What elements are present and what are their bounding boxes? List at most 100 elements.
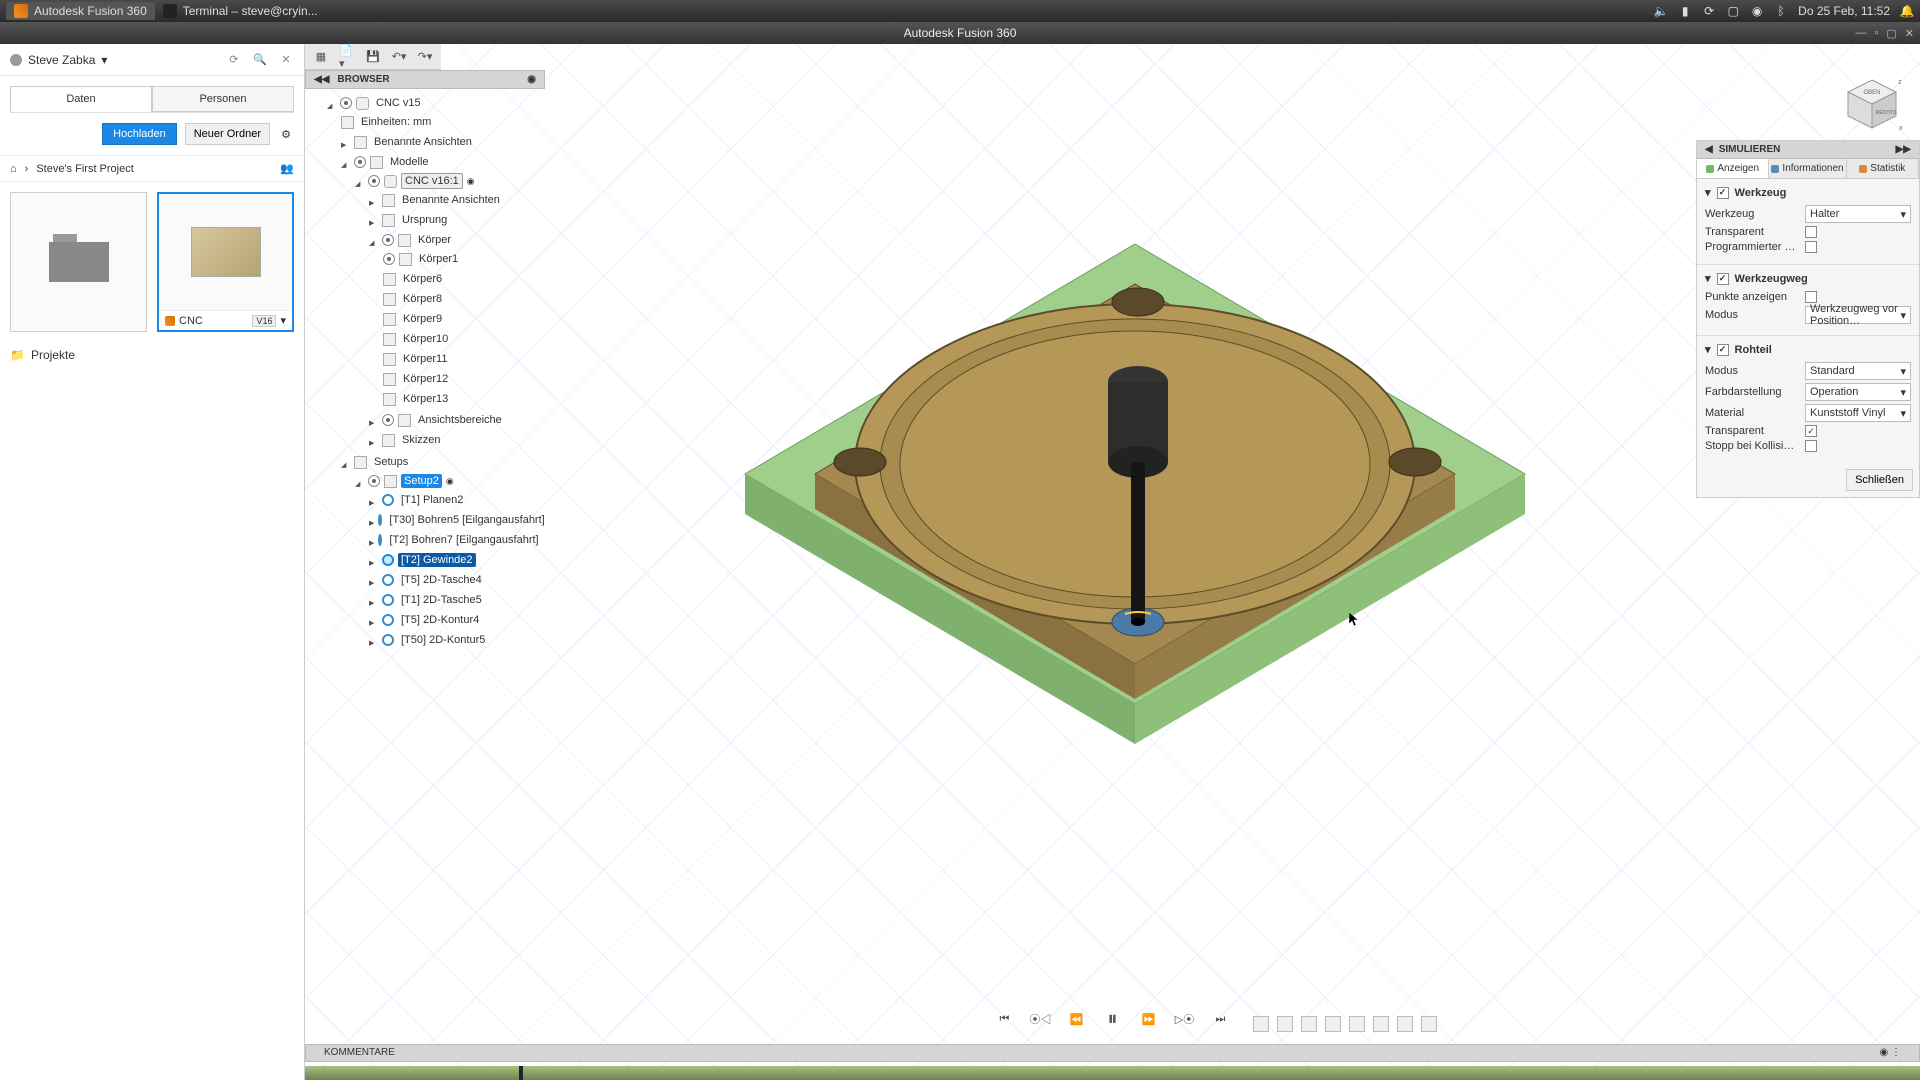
clock[interactable]: Do 25 Feb, 11:52 <box>1798 4 1890 18</box>
gear-icon[interactable]: ⚙ <box>278 126 294 142</box>
tree-body[interactable]: Körper1 <box>383 250 541 268</box>
zoom-icon[interactable] <box>1325 1016 1341 1032</box>
checkbox-toolpath[interactable]: ✓ <box>1717 273 1729 285</box>
comments-bar[interactable]: KOMMENTARE ◉ ⋮ <box>305 1044 1920 1062</box>
tree-body[interactable]: Körper8 <box>383 290 541 308</box>
section-toolpath[interactable]: ▾✓Werkzeugweg <box>1705 269 1911 288</box>
collapse-icon[interactable]: ◀◀ <box>314 74 329 85</box>
upload-button[interactable]: Hochladen <box>102 123 177 145</box>
simulate-header[interactable]: ◀ SIMULIEREN ▶▶ <box>1697 141 1919 159</box>
tree-body[interactable]: Körper6 <box>383 270 541 288</box>
taskbar-item-fusion[interactable]: Autodesk Fusion 360 <box>6 2 155 20</box>
tree-operation[interactable]: [T50] 2D-Kontur5 <box>369 631 541 649</box>
network-icon[interactable]: ◉ <box>1750 4 1764 18</box>
rewind-icon[interactable]: ⏪ <box>1066 1008 1088 1030</box>
radio-icon[interactable]: ◉ <box>527 74 536 85</box>
expand-icon[interactable]: ▶▶ <box>1896 144 1911 155</box>
tree-body[interactable]: Körper10 <box>383 330 541 348</box>
select-coloring[interactable]: Operation▾ <box>1805 383 1911 401</box>
timeline-marker[interactable] <box>519 1066 523 1080</box>
bluetooth-icon[interactable]: ᛒ <box>1774 4 1788 18</box>
tree-operation[interactable]: [T2] Gewinde2 <box>369 551 541 569</box>
tree-models[interactable]: Modelle <box>341 153 541 171</box>
projects-row[interactable]: 📁 Projekte <box>0 342 304 368</box>
minimize-button[interactable]: — <box>1855 27 1866 40</box>
file-icon[interactable]: 📄▾ <box>339 49 355 65</box>
sim-tab-info[interactable]: Informationen <box>1769 159 1846 178</box>
collapse-icon[interactable]: ◀ <box>1705 144 1713 155</box>
close-panel-icon[interactable]: ✕ <box>278 52 294 68</box>
tree-units[interactable]: Einheiten: mm <box>341 113 541 131</box>
checkbox-stock-transparent[interactable]: ✓ <box>1805 425 1817 437</box>
chevron-down-icon[interactable]: ▾ <box>280 314 286 327</box>
tree-operation[interactable]: [T2] Bohren7 [Eilgangausfahrt] <box>369 531 541 549</box>
tab-people[interactable]: Personen <box>152 86 294 112</box>
tree-operation[interactable]: [T5] 2D-Kontur4 <box>369 611 541 629</box>
folder-thumb[interactable] <box>10 192 147 332</box>
browser-header[interactable]: ◀◀ BROWSER ◉ <box>305 70 545 89</box>
grid-settings-icon[interactable] <box>1397 1016 1413 1032</box>
prev-op-icon[interactable]: ⦿◁ <box>1030 1008 1052 1030</box>
tree-body[interactable]: Körper12 <box>383 370 541 388</box>
orbit-icon[interactable] <box>1253 1016 1269 1032</box>
tree-operation[interactable]: [T1] Planen2 <box>369 491 541 509</box>
breadcrumb[interactable]: ⌂ › Steve's First Project 👥 <box>0 155 304 182</box>
select-toolpath-mode[interactable]: Werkzeugweg vor Position…▾ <box>1805 306 1911 324</box>
screen-icon[interactable]: ▢ <box>1726 4 1740 18</box>
timeline[interactable] <box>305 1066 1920 1080</box>
select-material[interactable]: Kunststoff Vinyl▾ <box>1805 404 1911 422</box>
checkbox-programmed[interactable] <box>1805 241 1817 253</box>
notifications-icon[interactable]: 🔔 <box>1900 4 1914 18</box>
forward-icon[interactable]: ⏩ <box>1138 1008 1160 1030</box>
undo-icon[interactable]: ↶▾ <box>391 49 407 65</box>
sim-tab-display[interactable]: Anzeigen <box>1697 159 1769 178</box>
volume-icon[interactable]: 🔈 <box>1654 4 1668 18</box>
people-small-icon[interactable]: 👥 <box>280 162 294 175</box>
view-cube[interactable]: OBEN RECHTS z x <box>1842 74 1902 134</box>
tree-named-views[interactable]: Benannte Ansichten <box>341 133 541 151</box>
tree-body[interactable]: Körper11 <box>383 350 541 368</box>
fit-icon[interactable] <box>1349 1016 1365 1032</box>
tree-operation[interactable]: [T30] Bohren5 [Eilgangausfahrt] <box>369 511 541 529</box>
grid-icon[interactable]: ▦ <box>313 49 329 65</box>
skip-start-icon[interactable]: ⏮ <box>994 1008 1016 1030</box>
viewport[interactable]: ▦ 📄▾ 💾 ↶▾ ↷▾ ◀◀ BROWSER ◉ CNC v15 Einhei… <box>305 44 1920 1080</box>
save-icon[interactable]: 💾 <box>365 49 381 65</box>
sync-icon[interactable]: ⟳ <box>1702 4 1716 18</box>
tree-operation[interactable]: [T1] 2D-Tasche5 <box>369 591 541 609</box>
tree-setups[interactable]: Setups <box>341 453 541 471</box>
select-tool-mode[interactable]: Halter▾ <box>1805 205 1911 223</box>
home-icon[interactable]: ⌂ <box>10 163 17 175</box>
checkbox-stop-collision[interactable] <box>1805 440 1817 452</box>
viewports-icon[interactable] <box>1421 1016 1437 1032</box>
checkbox-stock[interactable]: ✓ <box>1717 344 1729 356</box>
tree-bodies[interactable]: Körper <box>369 231 541 249</box>
search-icon[interactable]: 🔍 <box>252 52 268 68</box>
display-icon[interactable] <box>1373 1016 1389 1032</box>
checkbox-show-points[interactable] <box>1805 291 1817 303</box>
next-op-icon[interactable]: ▷⦿ <box>1174 1008 1196 1030</box>
close-button[interactable]: ✕ <box>1905 27 1914 40</box>
checkbox-tool[interactable]: ✓ <box>1717 187 1729 199</box>
tree-model-node[interactable]: CNC v16:1 ◉ <box>355 172 541 190</box>
tree-body[interactable]: Körper13 <box>383 390 541 408</box>
skip-end-icon[interactable]: ⏭ <box>1210 1008 1232 1030</box>
tree-body[interactable]: Körper9 <box>383 310 541 328</box>
tree-view-areas[interactable]: Ansichtsbereiche <box>369 411 541 429</box>
lookat-icon[interactable] <box>1277 1016 1293 1032</box>
pan-icon[interactable] <box>1301 1016 1317 1032</box>
restore-button[interactable]: ▫ <box>1874 27 1878 40</box>
tree-setup2[interactable]: Setup2 ◉ <box>355 472 541 490</box>
new-folder-button[interactable]: Neuer Ordner <box>185 123 270 145</box>
model-thumb-cnc[interactable]: CNC V16 ▾ <box>157 192 294 332</box>
tree-root[interactable]: CNC v15 <box>327 94 541 112</box>
user-menu[interactable]: Steve Zabka ▾ <box>10 53 107 67</box>
redo-icon[interactable]: ↷▾ <box>417 49 433 65</box>
tree-sketches[interactable]: Skizzen <box>369 431 541 449</box>
pause-icon[interactable]: ⏸ <box>1102 1008 1124 1030</box>
tree-origin[interactable]: Ursprung <box>369 211 541 229</box>
close-sim-button[interactable]: Schließen <box>1846 469 1913 491</box>
maximize-button[interactable]: ▢ <box>1886 27 1896 40</box>
refresh-icon[interactable]: ⟳ <box>226 52 242 68</box>
tree-named-views-2[interactable]: Benannte Ansichten <box>369 191 541 209</box>
